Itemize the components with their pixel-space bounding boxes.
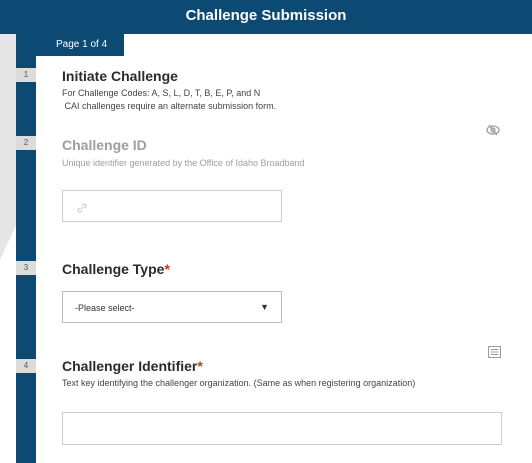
required-marker: * bbox=[197, 358, 203, 374]
page-indicator-label: Page 1 of 4 bbox=[56, 39, 108, 50]
section-number-4: 4 bbox=[16, 359, 36, 373]
section-number-2: 2 bbox=[16, 136, 36, 150]
form-card bbox=[36, 34, 532, 463]
form-title: Challenge Submission bbox=[185, 7, 347, 24]
keyboard-icon bbox=[488, 345, 501, 363]
cai-note-text: CAI challenges require an alternate subm… bbox=[62, 101, 277, 111]
caret-down-icon: ▼ bbox=[260, 302, 269, 312]
eye-slash-icon bbox=[486, 123, 500, 141]
section-title-challenge-type: Challenge Type* bbox=[62, 261, 170, 277]
page-indicator: Page 1 of 4 bbox=[36, 34, 124, 56]
challenge-id-help: Unique identifier generated by the Offic… bbox=[62, 158, 305, 168]
challenger-identifier-label: Challenger Identifier bbox=[62, 358, 198, 374]
challenger-identifier-help: Text key identifying the challenger orga… bbox=[62, 378, 416, 388]
section-title-challenger-identifier: Challenger Identifier* bbox=[62, 358, 203, 374]
section-title-initiate-challenge: Initiate Challenge bbox=[62, 68, 178, 84]
section-number-3: 3 bbox=[16, 261, 36, 275]
section-title-challenge-id: Challenge ID bbox=[62, 137, 147, 153]
form-header: Challenge Submission bbox=[0, 0, 532, 34]
challenge-codes-text: For Challenge Codes: A, S, L, D, T, B, E… bbox=[62, 88, 261, 98]
section-number-1: 1 bbox=[16, 68, 36, 82]
challenge-id-field[interactable] bbox=[62, 190, 282, 222]
required-marker: * bbox=[164, 261, 170, 277]
challenger-identifier-input[interactable] bbox=[62, 412, 502, 445]
challenge-type-label: Challenge Type bbox=[62, 261, 165, 277]
section-rail bbox=[16, 34, 36, 463]
link-icon bbox=[76, 201, 88, 219]
challenge-type-selected-value: -Please select- bbox=[75, 303, 135, 313]
challenge-type-select[interactable]: -Please select- ▼ bbox=[62, 291, 282, 323]
